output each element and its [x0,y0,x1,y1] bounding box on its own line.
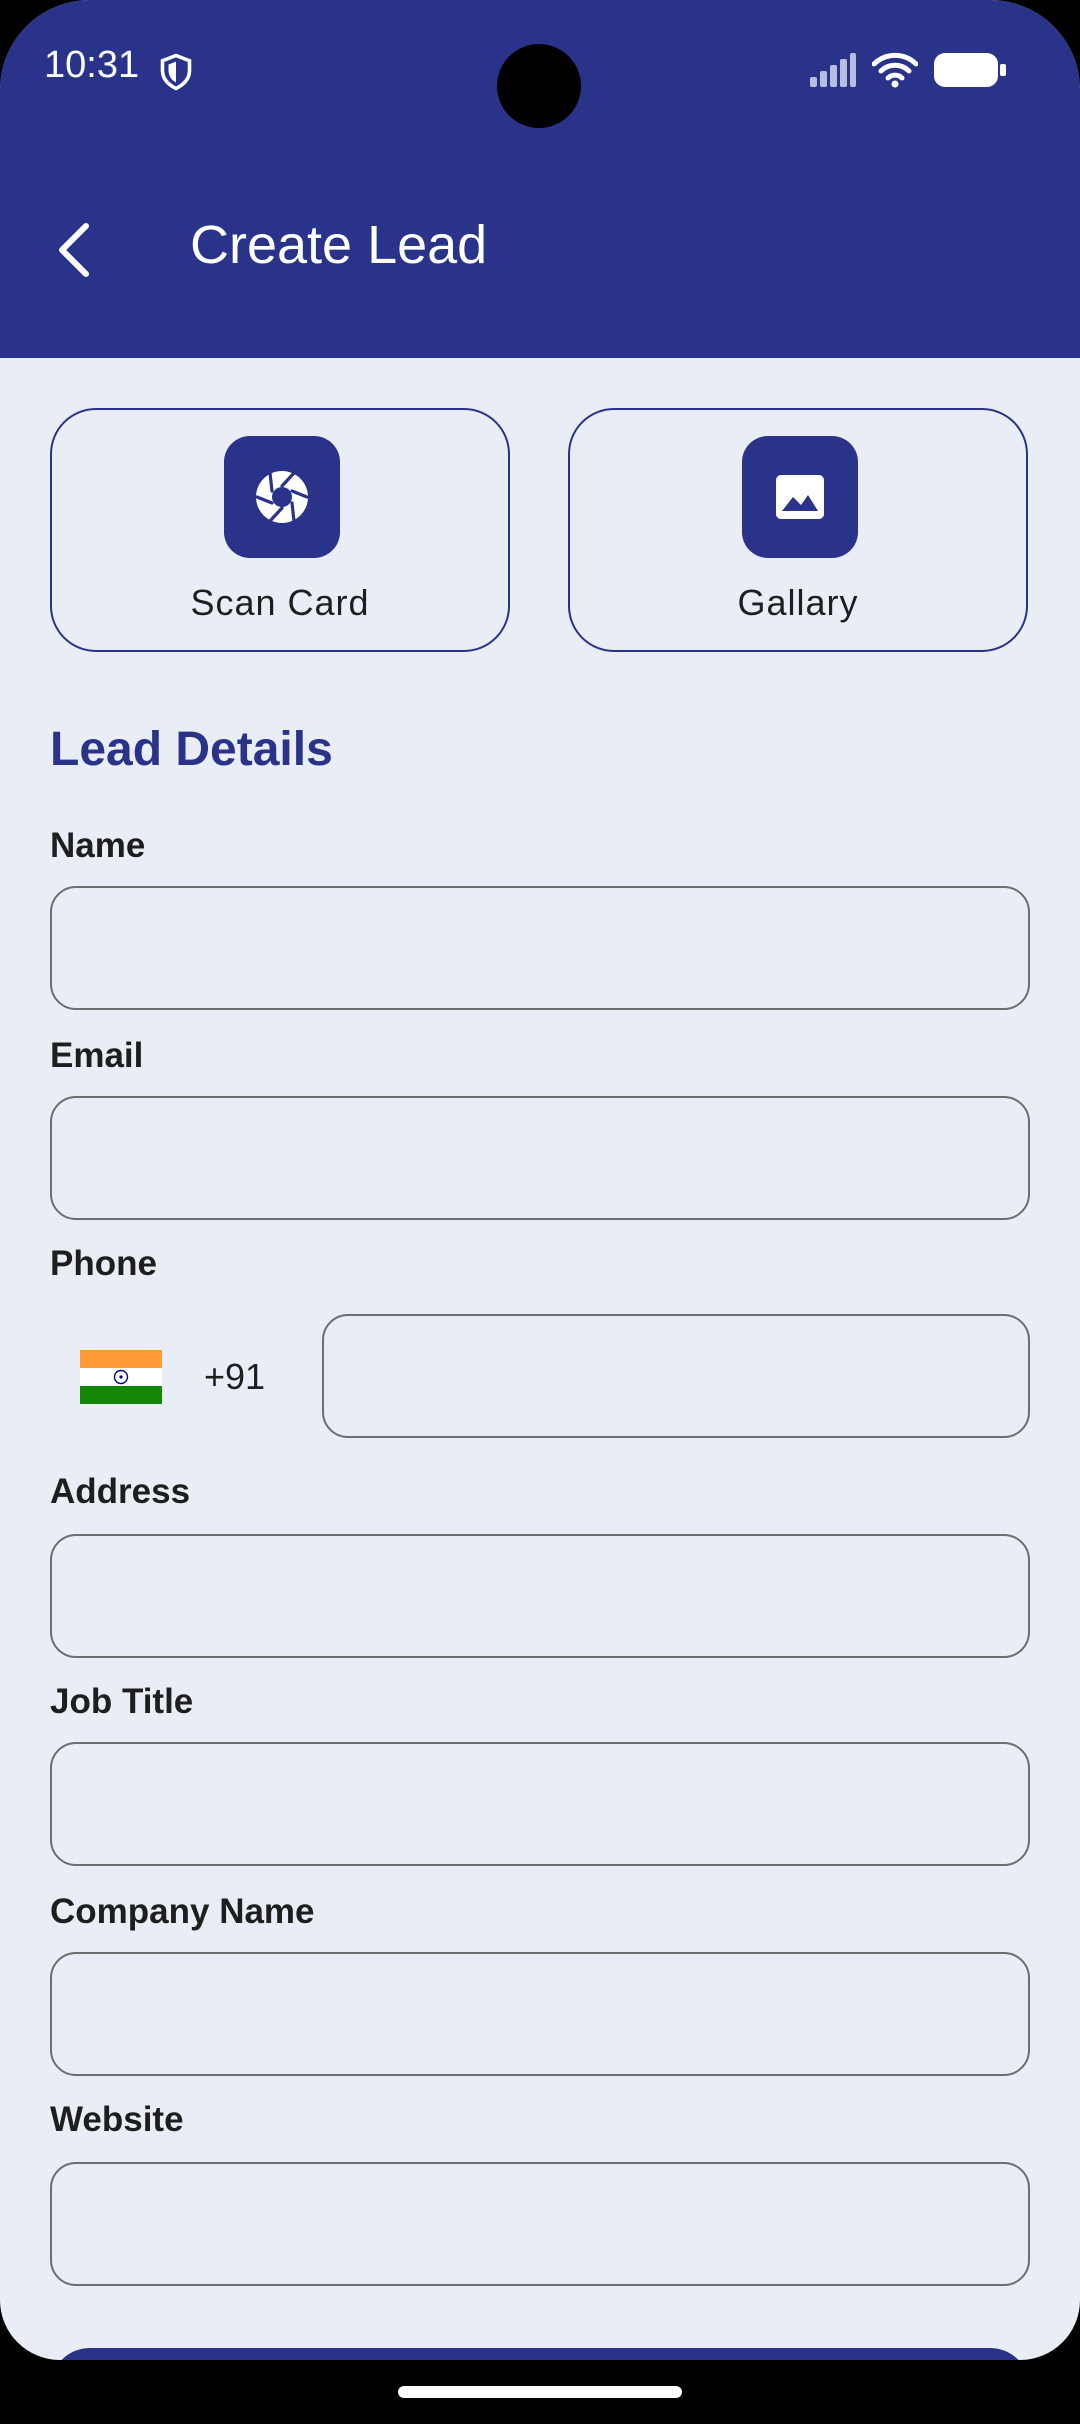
address-input[interactable] [50,1534,1030,1658]
signal-icon [810,53,856,87]
status-icons [810,50,1006,90]
address-label: Address [50,1472,191,1511]
scan-card-label: Scan Card [190,582,370,623]
app-bar: 10:31 Create Lead [0,0,1080,358]
email-label: Email [50,1036,144,1075]
website-input[interactable] [50,2162,1030,2286]
battery-icon [934,53,1006,87]
image-icon [776,475,824,519]
dial-code: +91 [204,1356,266,1397]
section-title: Lead Details [50,723,333,776]
wifi-icon [872,52,918,88]
front-camera [497,44,581,128]
company-name-label: Company Name [50,1892,315,1931]
status-time: 10:31 [44,44,140,86]
name-input[interactable] [50,886,1030,1010]
page-title: Create Lead [190,215,488,275]
submit-button[interactable] [50,2348,1030,2360]
shield-icon [160,53,192,91]
back-button[interactable] [44,210,104,290]
job-title-input[interactable] [50,1742,1030,1866]
camera-shutter-icon [255,471,309,523]
website-label: Website [50,2100,184,2139]
home-indicator[interactable] [398,2386,682,2398]
india-flag-icon [80,1350,162,1404]
gallery-button[interactable]: Gallary [568,408,1028,652]
email-input[interactable] [50,1096,1030,1220]
job-title-label: Job Title [50,1682,194,1721]
chevron-left-icon [59,223,89,277]
name-label: Name [50,826,146,865]
gallery-label: Gallary [737,582,859,623]
scan-card-button[interactable]: Scan Card [50,408,510,652]
company-name-input[interactable] [50,1952,1030,2076]
country-code-picker[interactable]: +91 [80,1344,265,1410]
gallery-icon-box [742,436,858,558]
phone-input[interactable] [322,1314,1030,1438]
phone-label: Phone [50,1244,157,1283]
app-screen: 10:31 Create Lead Scan Card Gallary Lead… [0,0,1080,2360]
scan-card-icon-box [224,436,340,558]
